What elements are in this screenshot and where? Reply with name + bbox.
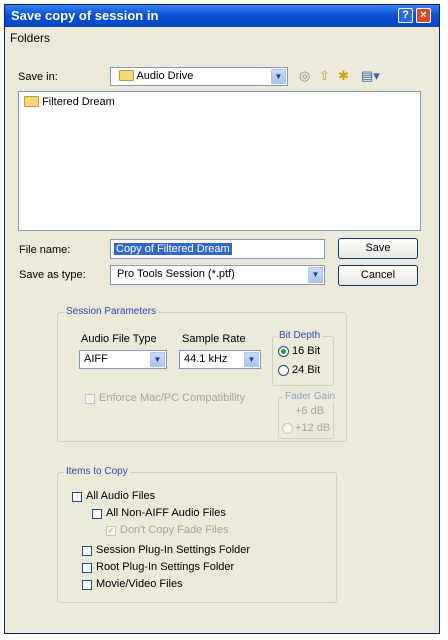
save-as-type-dropdown[interactable]: Pro Tools Session (*.ptf) ▼ [110,265,325,285]
fader-gain-title: Fader Gain [283,391,338,402]
save-button[interactable]: Save [338,238,418,259]
file-name-input[interactable]: Copy of Filtered Dream [110,239,325,259]
root-plugin-checkbox[interactable] [82,563,92,573]
file-list[interactable]: Filtered Dream [18,91,421,231]
enforce-compat-label: Enforce Mac/PC Compatibility [99,392,246,404]
dont-copy-fade-checkbox[interactable]: ✓ [106,526,116,536]
drive-folder-icon [119,69,134,81]
save-as-type-value: Pro Tools Session (*.ptf) [117,268,235,280]
fader-gain-6-label: +6 dB [295,405,325,417]
list-item[interactable]: Filtered Dream [24,95,115,108]
movie-video-checkbox[interactable] [82,580,92,590]
items-to-copy-group: Items to Copy All Audio Files All Non-AI… [57,466,337,603]
save-in-label: Save in: [18,71,58,83]
folders-menu[interactable]: Folders [10,31,50,45]
bit-depth-24-label: 24 Bit [292,364,321,376]
session-parameters-title: Session Parameters [64,306,159,317]
back-icon[interactable]: ◎ [299,69,310,83]
chevron-down-icon: ▼ [150,352,165,367]
folder-icon [24,95,39,107]
enforce-compat-checkbox[interactable] [85,394,95,404]
dont-copy-fade-label: Don't Copy Fade Files [120,524,229,536]
close-button[interactable]: × [416,8,431,23]
save-in-value: Audio Drive [136,70,194,82]
save-copy-dialog: Save copy of session in ? × Folders Save… [4,4,440,634]
bit-depth-group: Bit Depth 16 Bit 24 Bit [272,330,334,386]
title-bar[interactable]: Save copy of session in ? × [5,5,439,27]
sample-rate-value: 44.1 kHz [184,353,228,365]
chevron-down-icon: ▼ [308,267,323,283]
audio-file-type-label: Audio File Type [81,333,157,345]
bit-depth-title: Bit Depth [277,330,323,341]
help-button[interactable]: ? [398,8,413,23]
all-non-aiff-checkbox[interactable] [92,509,102,519]
save-as-type-label: Save as type: [19,269,86,281]
items-to-copy-title: Items to Copy [64,466,130,477]
list-item-label: Filtered Dream [42,96,115,108]
all-audio-files-checkbox[interactable] [72,492,82,502]
new-folder-icon[interactable]: ✱ [338,69,349,83]
bit-depth-16-label: 16 Bit [292,345,321,357]
chevron-down-icon: ▼ [271,69,286,84]
chevron-down-icon: ▼ [244,352,259,367]
bit-depth-24-radio[interactable] [278,365,289,376]
fader-gain-12-radio[interactable] [282,423,293,434]
session-parameters-group: Session Parameters Audio File Type AIFF … [57,306,347,442]
session-plugin-label: Session Plug-In Settings Folder [96,544,251,556]
audio-file-type-value: AIFF [84,353,108,365]
audio-file-type-dropdown[interactable]: AIFF ▼ [79,350,167,369]
up-folder-icon[interactable]: ⇧ [319,69,330,83]
session-plugin-checkbox[interactable] [82,546,92,556]
file-name-label: File name: [19,244,71,256]
movie-video-label: Movie/Video Files [96,578,183,590]
view-menu-icon[interactable]: ▤▾ [361,69,380,83]
all-audio-files-label: All Audio Files [86,490,156,502]
dialog-title: Save copy of session in [11,8,159,23]
save-in-dropdown[interactable]: Audio Drive ▼ [110,67,288,86]
file-name-value: Copy of Filtered Dream [114,243,232,255]
cancel-button[interactable]: Cancel [338,265,418,286]
root-plugin-label: Root Plug-In Settings Folder [96,561,235,573]
sample-rate-label: Sample Rate [182,333,246,345]
sample-rate-dropdown[interactable]: 44.1 kHz ▼ [179,350,261,369]
all-non-aiff-label: All Non-AIFF Audio Files [106,507,226,519]
fader-gain-12-label: +12 dB [295,422,331,434]
bit-depth-16-radio[interactable] [278,346,289,357]
fader-gain-group: Fader Gain +6 dB +12 dB [278,391,338,439]
